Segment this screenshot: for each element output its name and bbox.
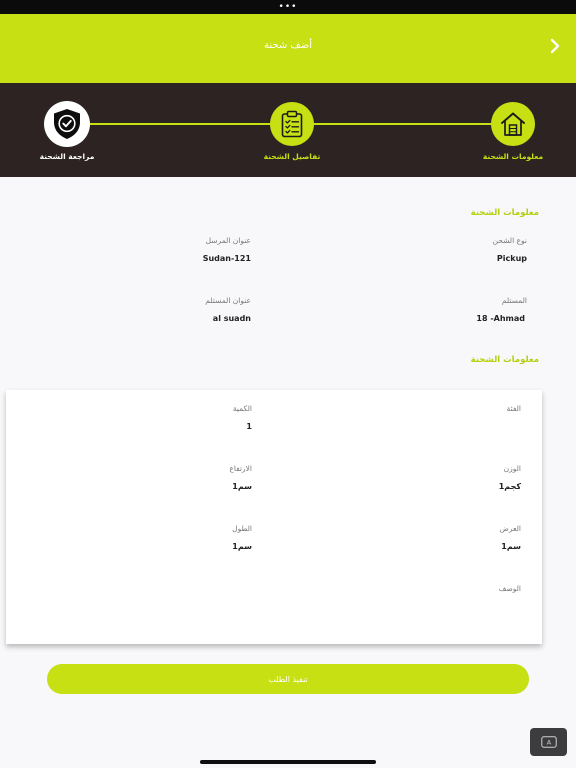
keyboard-letter: A: [546, 739, 551, 747]
shipment-details-title: معلومات الشحنة: [470, 355, 539, 365]
sender-address-label: عنوان المرسل: [205, 236, 251, 245]
app-header: أضف شحنة: [0, 14, 576, 83]
home-indicator[interactable]: [200, 760, 376, 764]
shield-check-icon: [54, 109, 80, 139]
step-review-circle: [44, 101, 90, 147]
page-title: أضف شحنة: [263, 40, 312, 51]
step-info-circle: [491, 102, 535, 146]
quantity-value: 1: [246, 422, 252, 431]
receiver-address-value: al suadn: [212, 314, 251, 323]
receiver-value: 18 -Ahmad: [476, 314, 525, 323]
multitask-dots[interactable]: •••: [279, 0, 298, 14]
step-info[interactable]: معلومات الشحنة: [458, 83, 568, 177]
confirm-order-button[interactable]: تنفيذ الطلب: [47, 664, 529, 694]
clipboard-checklist-icon: [281, 110, 303, 138]
keyboard-toggle-button[interactable]: A: [530, 728, 567, 756]
shipping-type-value: Pickup: [496, 254, 527, 263]
status-bar: •••: [0, 0, 576, 14]
length-label: الطول: [232, 524, 252, 533]
receiver-address-label: عنوان المستلم: [205, 296, 251, 305]
chevron-right-icon[interactable]: [547, 38, 563, 54]
sender-address-value: Sudan-121: [202, 254, 251, 263]
step-details[interactable]: تفاصيل الشحنة: [237, 83, 347, 177]
width-label: العرض: [499, 524, 521, 533]
description-label: الوصف: [498, 584, 521, 593]
height-label: الارتفاع: [229, 464, 252, 473]
shipment-details-card: الفئة الكمية 1 الوزن 1كجم الارتفاع 1سم ا…: [6, 390, 542, 644]
step-review-label: مراجعة الشحنة: [39, 152, 95, 161]
shipment-info-title: معلومات الشحنة: [470, 208, 539, 218]
weight-value: 1كجم: [498, 482, 521, 491]
width-value: 1سم: [501, 542, 521, 551]
progress-stepper: مراجعة الشحنة تفاصيل الشحنة معلومات الشح…: [0, 83, 576, 177]
step-info-label: معلومات الشحنة: [482, 152, 544, 161]
weight-label: الوزن: [503, 464, 521, 473]
keyboard-icon: A: [540, 736, 557, 748]
step-review[interactable]: مراجعة الشحنة: [12, 83, 122, 177]
length-value: 1سم: [232, 542, 252, 551]
height-value: 1سم: [232, 482, 252, 491]
quantity-label: الكمية: [232, 404, 252, 413]
house-icon: [501, 112, 525, 136]
category-label: الفئة: [506, 404, 521, 413]
step-details-circle: [270, 102, 314, 146]
shipping-type-label: نوع الشحن: [492, 236, 527, 245]
step-details-label: تفاصيل الشحنة: [263, 152, 321, 161]
receiver-label: المستلم: [501, 296, 527, 305]
